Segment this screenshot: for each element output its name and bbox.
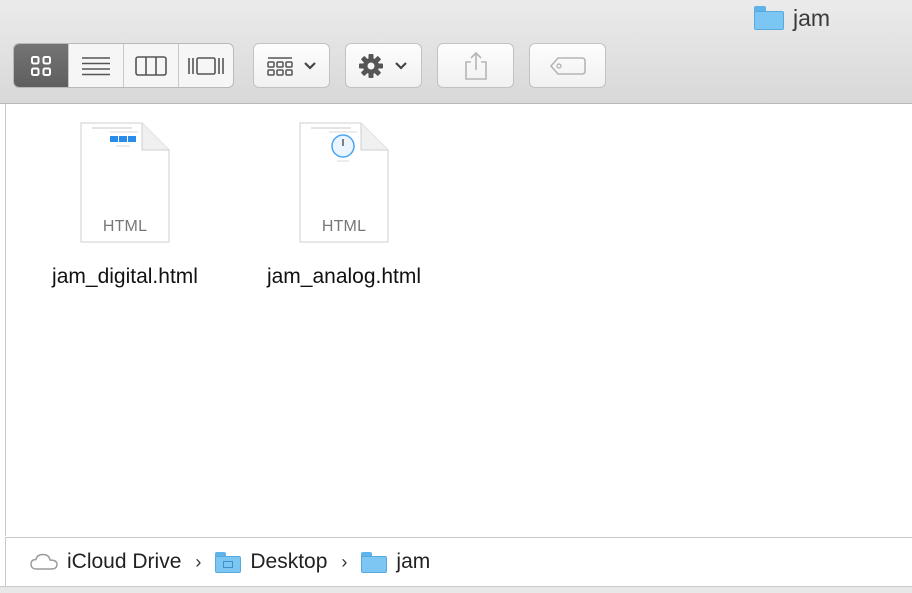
cover-flow-icon [188, 56, 224, 75]
column-view-button[interactable] [124, 44, 179, 87]
path-item-label: jam [396, 550, 431, 573]
cover-flow-view-button[interactable] [179, 44, 233, 87]
html-document-icon: HTML [299, 122, 389, 243]
file-type-label: HTML [321, 218, 367, 235]
file-type-label: HTML [102, 218, 148, 235]
gear-icon [358, 53, 407, 78]
folder-icon [754, 6, 784, 30]
view-mode-selector [13, 43, 234, 88]
path-item-label: Desktop [250, 550, 328, 573]
action-button[interactable] [345, 43, 422, 88]
path-item-jam[interactable]: jam [361, 550, 430, 574]
html-document-icon: HTML [80, 122, 170, 243]
share-icon [464, 51, 487, 80]
list-view-button[interactable] [69, 44, 124, 87]
arrange-button[interactable] [253, 43, 330, 88]
icon-view-button[interactable] [14, 44, 69, 87]
icon-view-icon [31, 55, 51, 76]
chevron-right-icon: › [195, 551, 202, 572]
path-bar: iCloud Drive › Desktop › jam [5, 537, 912, 586]
share-button[interactable] [437, 43, 514, 88]
path-item-desktop[interactable]: Desktop [215, 550, 327, 574]
column-view-icon [135, 55, 167, 76]
file-item[interactable]: HTML jam_analog.html [249, 122, 439, 289]
file-item[interactable]: HTML jam_digital.html [30, 122, 220, 289]
file-name[interactable]: jam_analog.html [267, 265, 421, 289]
window-title-label: jam [793, 4, 831, 31]
toolbar: jam [0, 0, 912, 104]
arrange-icon [266, 56, 316, 76]
path-item-label: iCloud Drive [67, 550, 182, 573]
tag-button[interactable] [529, 43, 606, 88]
desktop-folder-icon [215, 551, 242, 573]
file-name[interactable]: jam_digital.html [52, 265, 198, 289]
file-browser-area[interactable]: HTML jam_digital.html HTML jam_analog.ht… [5, 104, 912, 536]
window-title: jam [754, 4, 830, 32]
chevron-right-icon: › [341, 551, 348, 572]
list-view-icon [82, 56, 110, 75]
cloud-icon [30, 553, 58, 570]
tag-icon [549, 56, 586, 75]
folder-icon [361, 551, 388, 573]
path-item-icloud-drive[interactable]: iCloud Drive [30, 550, 181, 574]
